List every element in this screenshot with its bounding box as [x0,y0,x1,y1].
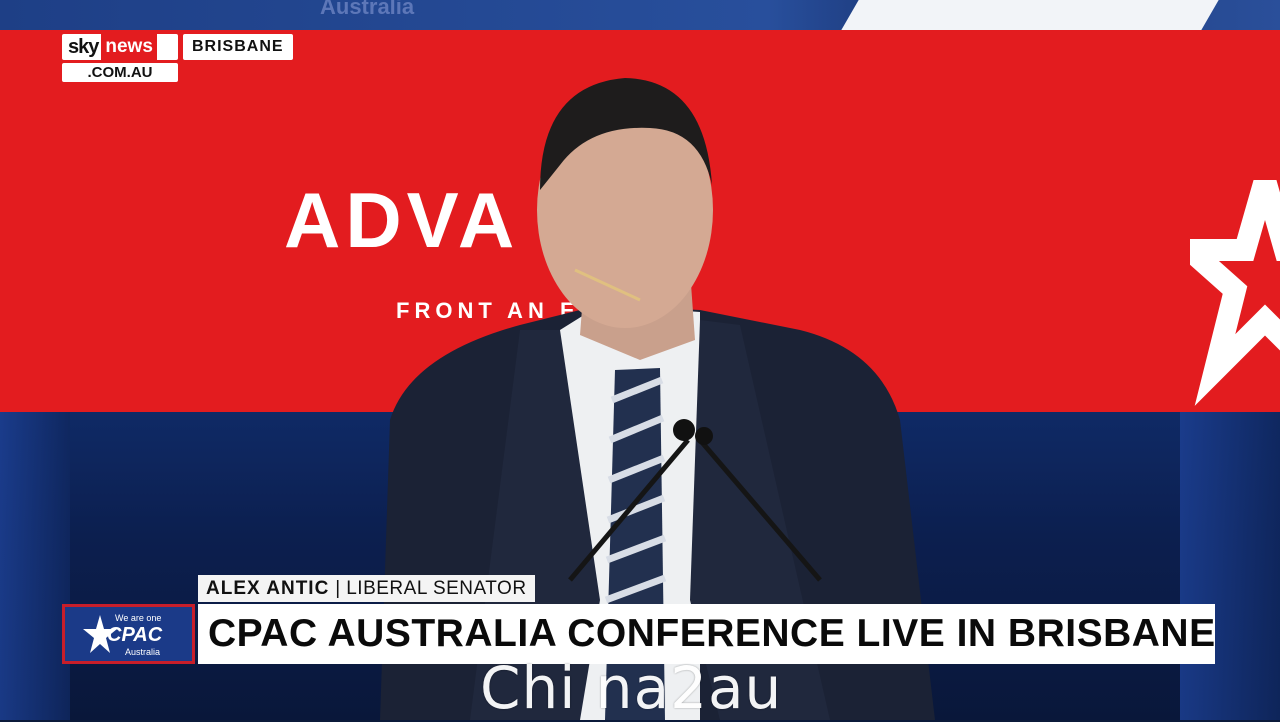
logo-sky-text: sky [68,35,99,58]
speaker-name: ALEX ANTIC [206,577,330,599]
logo-wordmark: sky news [62,34,178,60]
badge-main-text: CPAC [107,624,163,646]
logo-domain-text: .COM.AU [62,63,178,82]
speaker-nameplate: ALEX ANTIC | LIBERAL SENATOR [198,575,535,602]
cpac-australia-badge: We are one CPAC Australia [62,604,195,664]
speaker-title: LIBERAL SENATOR [346,577,527,599]
sky-news-logo: sky news .COM.AU [62,34,178,82]
badge-top-text: We are one [115,613,162,623]
nameplate-separator: | [335,577,341,599]
watermark-text: Chi na2au [480,654,783,722]
badge-bottom-text: Australia [125,647,161,657]
location-badge: BRISBANE [183,34,293,60]
logo-news-text: news [101,34,157,60]
